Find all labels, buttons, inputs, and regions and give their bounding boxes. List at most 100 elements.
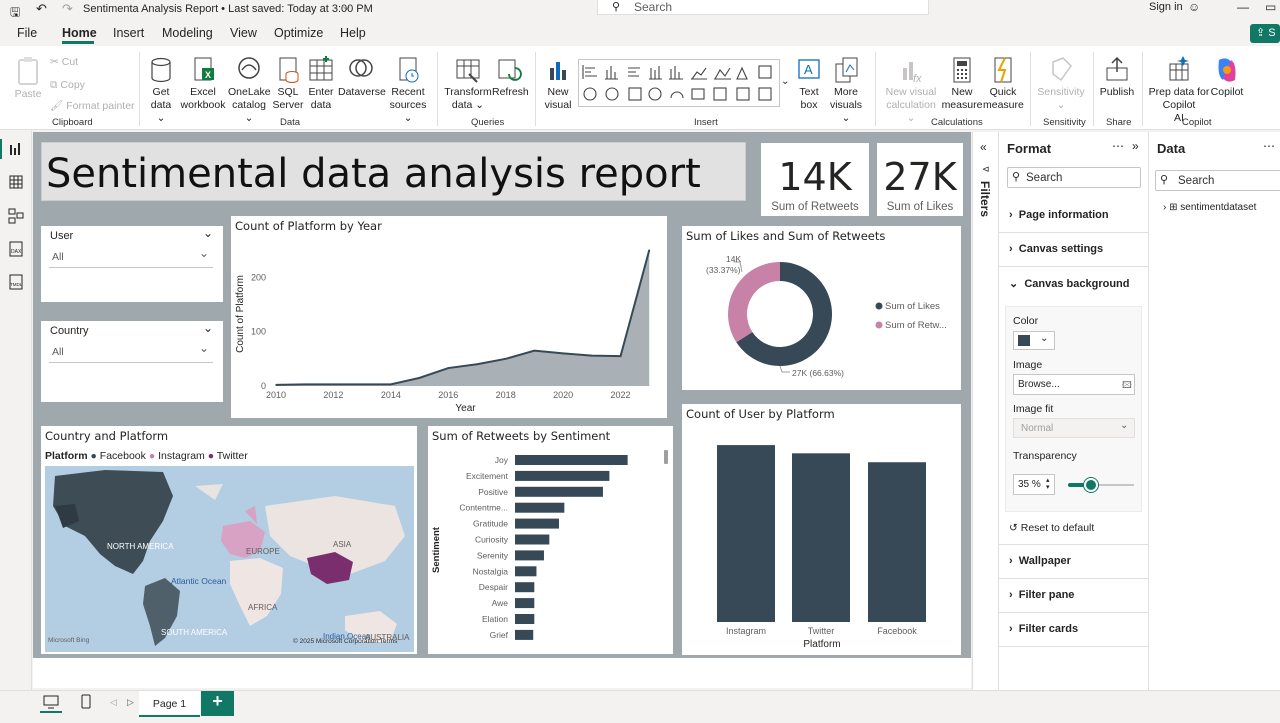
sign-in-link[interactable]: Sign in	[1149, 1, 1183, 13]
card-likes[interactable]: 27K Sum of Likes	[877, 143, 963, 216]
onelake-catalog-button[interactable]: OneLake catalog ⌄	[228, 56, 271, 125]
desktop-layout-icon[interactable]	[43, 695, 59, 709]
chevron-down-icon[interactable]: ⌄	[203, 226, 213, 240]
paste-button[interactable]: Paste	[12, 56, 44, 101]
table-view-icon[interactable]	[9, 175, 23, 189]
search-box[interactable]: ⚲ Search	[597, 0, 929, 15]
tab-view[interactable]: View	[230, 26, 257, 40]
hbar-chart-visual[interactable]: Sum of Retweets by Sentiment Joy Exciteme…	[428, 426, 673, 654]
get-data-button[interactable]: Get data ⌄	[145, 56, 177, 125]
refresh-button[interactable]: Refresh	[492, 56, 529, 99]
expand-icon[interactable]: «	[980, 140, 987, 154]
minimize-icon[interactable]: —	[1237, 0, 1249, 14]
cut-button[interactable]: ✂ Cut	[50, 56, 78, 69]
new-measure-button[interactable]: New measure	[941, 56, 983, 112]
transform-data-button[interactable]: Transform data ⌄	[444, 56, 492, 112]
transparency-slider-thumb[interactable]	[1084, 478, 1099, 492]
new-visual-button[interactable]: New visual	[542, 56, 574, 112]
section-wallpaper[interactable]: › Wallpaper	[999, 545, 1149, 579]
redo-icon[interactable]: ↷	[62, 1, 73, 17]
section-filter-pane[interactable]: › Filter pane	[999, 579, 1149, 613]
page-tab[interactable]: Page 1	[139, 691, 200, 717]
add-page-button[interactable]: +	[201, 691, 234, 716]
undo-icon[interactable]: ↶	[36, 1, 47, 17]
user-icon[interactable]: ☺	[1188, 0, 1200, 14]
recent-sources-button[interactable]: Recent sources ⌄	[386, 56, 430, 125]
map-visual[interactable]: Country and Platform Platform ● Facebook…	[41, 426, 417, 654]
chevron-down-icon[interactable]: ⌄	[203, 321, 213, 335]
collapse-icon[interactable]: »	[1132, 139, 1139, 153]
slicer-country[interactable]: Country ⌄ All ⌄	[41, 321, 223, 402]
tab-home[interactable]: Home	[62, 26, 97, 40]
slicer-dropdown[interactable]: All ⌄	[49, 246, 213, 268]
donut-chart[interactable]: 27K (66.63%)14K(33.37%)Sum of LikesSum o…	[682, 226, 961, 390]
card-retweets[interactable]: 14K Sum of Retweets	[761, 143, 869, 216]
gallery-expand-icon[interactable]: ⌄	[781, 76, 789, 87]
slicer-user[interactable]: User ⌄ All ⌄	[41, 226, 223, 302]
copilot-button[interactable]: Copilot	[1208, 56, 1246, 99]
chevron-down-icon[interactable]: ⌵	[343, 2, 350, 13]
prep-data-copilot-button[interactable]: Prep data for Copilot AI	[1147, 56, 1211, 125]
new-visual-calculation-button[interactable]: fx New visual calculation ⌄	[882, 56, 940, 125]
reset-button[interactable]: ↺ Reset to default	[1009, 522, 1094, 534]
dataverse-button[interactable]: Dataverse	[338, 56, 386, 99]
tab-help[interactable]: Help	[340, 26, 366, 40]
svg-text:A: A	[804, 62, 813, 77]
visual-gallery[interactable]	[578, 59, 780, 107]
vbar-chart[interactable]: Instagram Twitter Facebook Platform	[682, 404, 961, 655]
report-title-textbox[interactable]: Sentimental data analysis report	[41, 142, 746, 201]
restore-icon[interactable]: ▭	[1265, 0, 1276, 14]
report-canvas[interactable]: Sentimental data analysis report 14K Sum…	[33, 132, 971, 658]
more-visuals-button[interactable]: More visuals ⌄	[826, 56, 866, 125]
world-map[interactable]	[45, 466, 414, 652]
filters-pane-collapsed[interactable]: « ⊲ Filters	[972, 132, 998, 716]
section-filter-cards[interactable]: › Filter cards	[999, 613, 1149, 647]
hbar-chart[interactable]: Joy Excitement Positive Contentme... Gratitu…	[428, 426, 673, 654]
mobile-layout-icon[interactable]	[81, 694, 91, 709]
map-copyright[interactable]: © 2025 Microsoft Corporation Terms	[293, 638, 397, 645]
tab-file[interactable]: File	[17, 26, 37, 40]
model-view-icon[interactable]	[8, 208, 24, 224]
color-picker[interactable]: ⌄	[1013, 331, 1055, 350]
tab-optimize[interactable]: Optimize	[274, 26, 323, 40]
section-page-information[interactable]: › Page information	[999, 199, 1149, 233]
prev-page-icon[interactable]: ◁	[110, 697, 117, 708]
share-button[interactable]: ⇪ S	[1250, 24, 1280, 43]
browse-input[interactable]: Browse... 🖾	[1013, 374, 1135, 395]
tab-modeling[interactable]: Modeling	[162, 26, 213, 40]
dax-query-icon[interactable]: DAX	[8, 241, 24, 257]
image-fit-dropdown[interactable]: Normal ⌄	[1013, 418, 1135, 438]
sql-server-button[interactable]: SQL Server	[272, 56, 304, 112]
vbar-chart-visual[interactable]: Count of User by Platform Instagram Twitt…	[682, 404, 961, 655]
enter-data-button[interactable]: Enter data	[306, 56, 336, 112]
line-chart-visual[interactable]: Count of Platform by Year 0 100 200 2010 201…	[231, 216, 667, 418]
transparency-slider-track[interactable]	[1068, 478, 1134, 492]
sensitivity-button[interactable]: Sensitivity ⌄	[1036, 56, 1086, 112]
tab-insert[interactable]: Insert	[113, 26, 144, 40]
quick-measure-button[interactable]: Quick measure	[983, 56, 1024, 112]
data-search-input[interactable]: ⚲ Search	[1155, 170, 1280, 191]
image-icon[interactable]: 🖾	[1122, 378, 1132, 394]
excel-workbook-button[interactable]: X Excel workbook	[180, 56, 226, 112]
table-item[interactable]: › ⊞ sentimentdataset	[1163, 202, 1256, 213]
slicer-dropdown[interactable]: All ⌄	[49, 341, 213, 363]
format-search-input[interactable]: ⚲ Search	[1007, 167, 1141, 188]
report-view-icon[interactable]	[9, 142, 23, 156]
format-painter-button[interactable]: 🖌 Format painter	[50, 100, 135, 113]
publish-button[interactable]: Publish	[1098, 56, 1136, 99]
copy-button[interactable]: ⧉ Copy	[50, 79, 85, 92]
area-chart[interactable]: 01002002010 2012 2014 2016 2018 2020 2022YearC…	[231, 216, 667, 418]
more-options-icon[interactable]: ⋯	[1263, 139, 1275, 153]
visual-gallery-icons[interactable]	[579, 60, 779, 106]
next-page-icon[interactable]: ▷	[127, 697, 134, 708]
text-box-button[interactable]: A Text box	[795, 56, 823, 112]
donut-chart-visual[interactable]: Sum of Likes and Sum of Retweets 27K (66…	[682, 226, 961, 390]
section-canvas-settings[interactable]: › Canvas settings	[999, 233, 1149, 267]
filters-label[interactable]: Filters	[978, 181, 992, 217]
section-canvas-background[interactable]: ⌄ Canvas background	[999, 267, 1149, 301]
tmdl-view-icon[interactable]: TMDL	[8, 274, 24, 290]
visual-calc-icon: fx	[903, 62, 922, 84]
spinner-icon[interactable]: ▴ ▾	[1046, 477, 1050, 491]
transparency-input[interactable]: 35 % ▴ ▾	[1013, 474, 1055, 495]
more-options-icon[interactable]: ⋯	[1112, 139, 1124, 153]
